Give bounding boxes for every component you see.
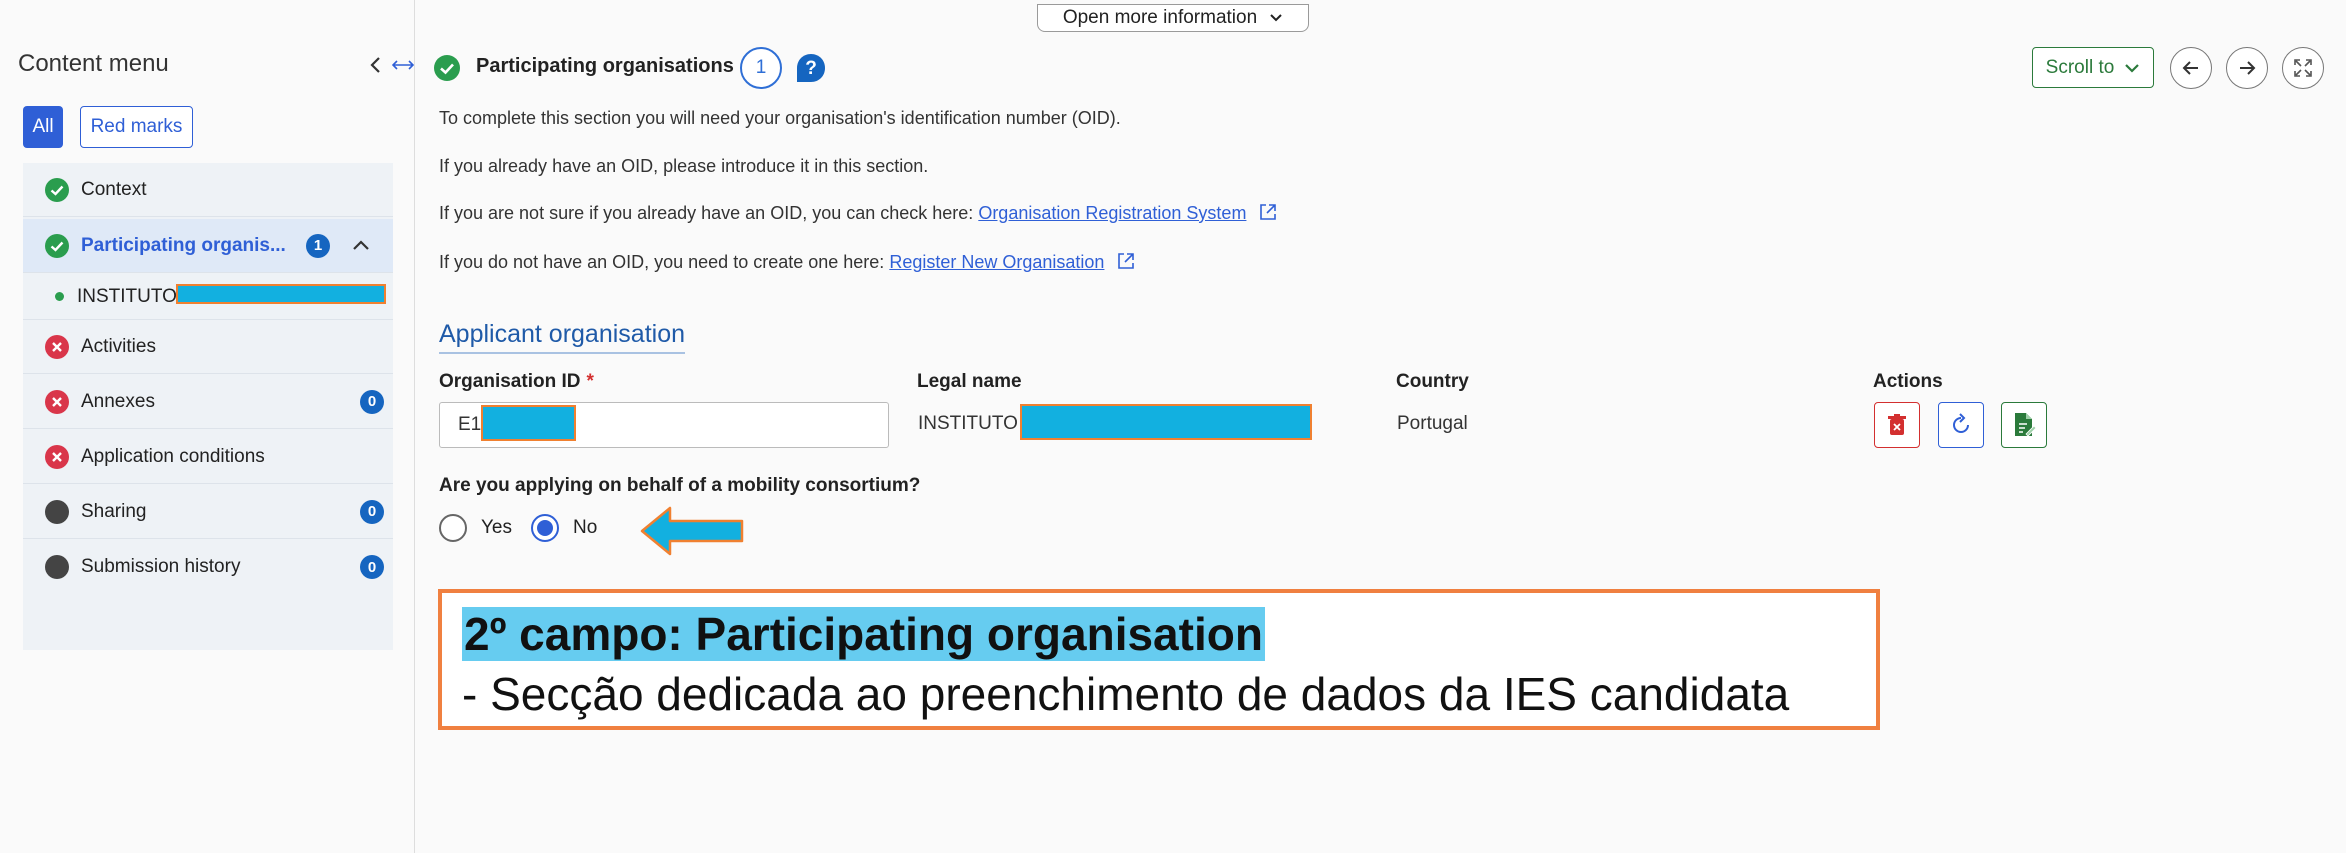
sidebar-item-label: Context xyxy=(81,178,147,200)
consortium-question: Are you applying on behalf of a mobility… xyxy=(439,475,921,496)
sidebar-item-label: Submission history xyxy=(81,556,241,577)
sidebar-item-context[interactable]: Context xyxy=(23,163,393,217)
external-link-icon[interactable] xyxy=(1259,203,1277,221)
error-circle-icon xyxy=(45,444,69,469)
more-info-label: Open more information xyxy=(1062,7,1258,28)
content-menu-sidebar: Content menu All Red marks Context Parti… xyxy=(0,0,415,853)
country-header: Country xyxy=(1396,371,1469,392)
filter-red-marks-button[interactable]: Red marks xyxy=(80,106,193,148)
sidebar-subitem-organisation[interactable]: INSTITUTO xyxy=(23,274,393,320)
chevron-down-icon xyxy=(1270,14,1282,22)
sidebar-item-label: Activities xyxy=(81,335,156,357)
consortium-yes-option[interactable]: Yes xyxy=(439,514,512,542)
count-badge: 0 xyxy=(360,499,384,524)
intro-line-4-text: If you do not have an OID, you need to c… xyxy=(439,252,885,272)
register-new-organisation-link[interactable]: Register New Organisation xyxy=(889,252,1104,272)
callout-description: - Secção dedicada ao preenchimento de da… xyxy=(462,668,1790,720)
check-circle-icon xyxy=(434,55,460,81)
open-more-information-button[interactable]: Open more information xyxy=(1037,4,1309,32)
chevron-down-icon xyxy=(2125,63,2140,73)
organisation-id-label: Organisation ID xyxy=(439,371,581,392)
resize-arrows-icon[interactable] xyxy=(392,58,414,72)
count-badge: 0 xyxy=(360,389,384,414)
organisation-id-value: E1 xyxy=(458,414,482,435)
next-section-button[interactable] xyxy=(2226,47,2268,89)
check-circle-icon xyxy=(45,233,69,258)
neutral-circle-icon xyxy=(45,499,69,524)
actions-header: Actions xyxy=(1873,371,1943,392)
count-badge: 0 xyxy=(360,555,384,579)
radio-no[interactable] xyxy=(531,514,559,542)
arrow-left-icon xyxy=(2182,61,2198,75)
view-organisation-document-button[interactable] xyxy=(2001,402,2047,448)
sidebar-subitem-label: INSTITUTO xyxy=(77,285,177,307)
sidebar-item-label: Annexes xyxy=(81,390,155,412)
radio-no-label: No xyxy=(573,517,598,538)
expand-icon xyxy=(2294,59,2312,77)
sidebar-item-activities[interactable]: Activities xyxy=(23,320,393,374)
legal-name-value: INSTITUTO xyxy=(918,413,1018,434)
filter-all-button[interactable]: All xyxy=(23,106,63,148)
sidebar-item-participating-organisations[interactable]: Participating organis... 1 xyxy=(23,219,393,273)
help-question-icon[interactable]: ? xyxy=(796,53,826,83)
organisation-id-header: Organisation ID * xyxy=(439,371,594,393)
callout-title: 2º campo: Participating organisation xyxy=(462,607,1265,661)
sidebar-item-annexes[interactable]: Annexes 0 xyxy=(23,375,393,429)
country-value: Portugal xyxy=(1397,413,1468,434)
required-marker: * xyxy=(586,371,594,392)
neutral-circle-icon xyxy=(45,555,69,579)
document-edit-icon xyxy=(2015,413,2036,437)
page: Open more information Content menu All R… xyxy=(0,0,2346,853)
section-count-badge: 1 xyxy=(740,47,782,89)
intro-line-4: If you do not have an OID, you need to c… xyxy=(439,252,1135,273)
error-circle-icon xyxy=(45,334,69,359)
sidebar-item-label: Participating organis... xyxy=(81,234,286,256)
refresh-icon xyxy=(1953,413,1969,433)
intro-line-3: If you are not sure if you already have … xyxy=(439,203,1277,224)
redaction-block xyxy=(481,405,576,441)
radio-yes[interactable] xyxy=(439,514,467,542)
svg-text:?: ? xyxy=(805,58,817,79)
redaction-block xyxy=(176,284,386,304)
page-title: Participating organisations xyxy=(476,55,734,77)
trash-icon xyxy=(1888,414,1906,435)
applicant-organisation-heading: Applicant organisation xyxy=(439,320,685,354)
intro-line-1: To complete this section you will need y… xyxy=(439,108,1121,128)
count-badge: 1 xyxy=(306,233,330,258)
previous-section-button[interactable] xyxy=(2170,47,2212,89)
arrow-right-icon xyxy=(2240,61,2256,75)
annotation-arrow-left-icon xyxy=(640,506,744,556)
radio-yes-label: Yes xyxy=(481,517,512,538)
intro-line-2: If you already have an OID, please intro… xyxy=(439,156,929,176)
annotation-callout: 2º campo: Participating organisation - S… xyxy=(438,589,1880,730)
refresh-organisation-button[interactable] xyxy=(1938,402,1984,448)
legal-name-header: Legal name xyxy=(917,371,1022,392)
consortium-no-option[interactable]: No xyxy=(531,514,597,542)
sidebar-item-label: Application conditions xyxy=(81,445,265,467)
content-menu-title: Content menu xyxy=(18,50,169,77)
sidebar-item-label: Sharing xyxy=(81,500,147,522)
collapse-chevron-left-icon[interactable] xyxy=(366,55,386,75)
chevron-up-icon[interactable] xyxy=(350,235,372,257)
external-link-icon[interactable] xyxy=(1117,252,1135,270)
redaction-block xyxy=(1020,404,1312,440)
organisation-registration-system-link[interactable]: Organisation Registration System xyxy=(978,203,1246,223)
fullscreen-button[interactable] xyxy=(2282,47,2324,89)
check-circle-icon xyxy=(45,177,69,202)
scroll-to-dropdown[interactable]: Scroll to xyxy=(2032,47,2154,88)
intro-line-3-text: If you are not sure if you already have … xyxy=(439,203,974,223)
sidebar-item-sharing[interactable]: Sharing 0 xyxy=(23,485,393,539)
sidebar-item-submission-history[interactable]: Submission history 0 xyxy=(23,540,393,594)
section-nav-list: Context Participating organis... 1 INSTI… xyxy=(23,163,393,650)
status-dot xyxy=(55,292,64,301)
sidebar-item-application-conditions[interactable]: Application conditions xyxy=(23,430,393,484)
delete-organisation-button[interactable] xyxy=(1874,402,1920,448)
error-circle-icon xyxy=(45,389,69,414)
scroll-to-label: Scroll to xyxy=(2045,56,2115,78)
